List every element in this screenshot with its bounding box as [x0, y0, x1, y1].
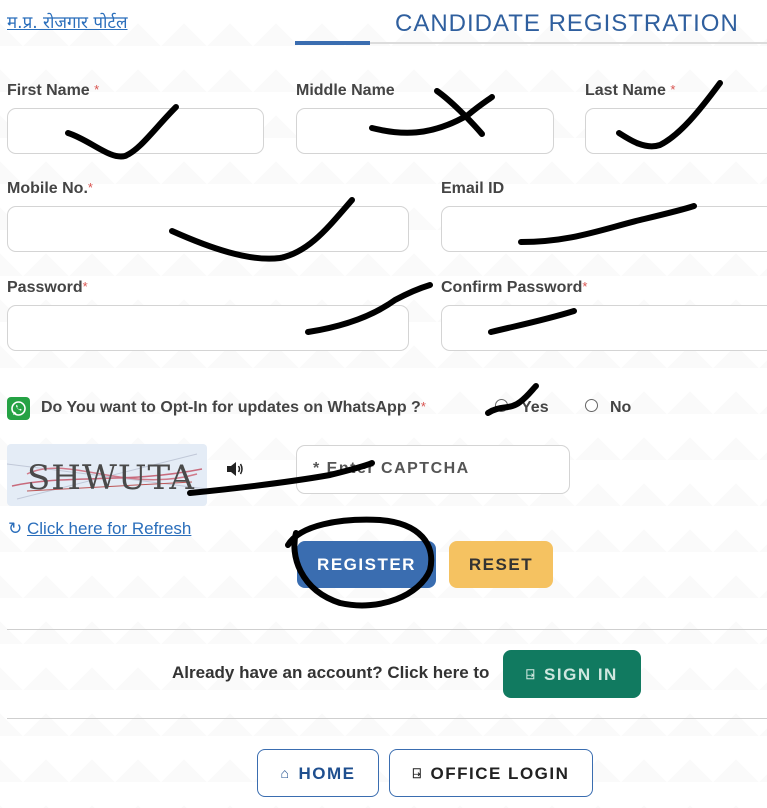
sign-in-label: SIGN IN	[544, 665, 618, 684]
office-login-button[interactable]: ⍈ OFFICE LOGIN	[389, 749, 593, 797]
captcha-input[interactable]: * Enter CAPTCHA	[296, 445, 570, 494]
reset-button[interactable]: RESET	[449, 541, 553, 588]
email-input[interactable]	[441, 206, 767, 252]
required-mark: *	[582, 279, 588, 294]
middle-name-label: Middle Name	[296, 82, 395, 99]
middle-name-input[interactable]	[296, 108, 554, 154]
sign-in-icon: ⍈	[526, 666, 537, 682]
first-name-input[interactable]	[7, 108, 264, 154]
page-title: CANDIDATE REGISTRATION	[395, 10, 739, 37]
divider	[7, 629, 767, 630]
title-accent-bar	[295, 41, 370, 45]
confirm-password-input[interactable]	[441, 305, 767, 351]
mobile-input[interactable]	[7, 206, 409, 252]
required-mark: *	[94, 82, 100, 97]
required-mark: *	[87, 180, 93, 195]
captcha-text: SHWUTA	[27, 458, 195, 498]
signin-prompt: Already have an account? Click here to	[172, 663, 490, 682]
home-label: HOME	[298, 764, 356, 783]
login-icon: ⍈	[412, 765, 423, 781]
whatsapp-no-radio[interactable]	[585, 399, 598, 412]
required-mark: *	[82, 279, 88, 294]
captcha-placeholder: * Enter CAPTCHA	[313, 460, 470, 477]
sign-in-button[interactable]: ⍈ SIGN IN	[503, 650, 641, 698]
portal-home-link[interactable]: म.प्र. रोजगार पोर्टल	[7, 10, 128, 33]
whatsapp-yes-radio[interactable]	[495, 399, 508, 412]
password-input[interactable]	[7, 305, 409, 351]
last-name-input[interactable]	[585, 108, 767, 154]
divider	[7, 718, 767, 719]
confirm-password-label: Confirm Password*	[441, 279, 588, 296]
whatsapp-yes-label: Yes	[521, 399, 549, 416]
first-name-label: First Name *	[7, 82, 100, 99]
refresh-icon: ↻	[8, 519, 23, 538]
audio-captcha-icon[interactable]	[226, 461, 244, 482]
last-name-label: Last Name *	[585, 82, 676, 99]
whatsapp-optin-question: Do You want to Opt-In for updates on Wha…	[41, 399, 426, 416]
home-icon: ⌂	[280, 765, 291, 781]
password-label: Password*	[7, 279, 88, 296]
register-button[interactable]: REGISTER	[297, 541, 436, 588]
captcha-image: SHWUTA	[7, 444, 207, 506]
mobile-label: Mobile No.*	[7, 180, 93, 197]
whatsapp-no-label: No	[610, 399, 632, 416]
email-label: Email ID	[441, 180, 505, 197]
required-mark: *	[670, 82, 676, 97]
required-mark: *	[420, 399, 426, 414]
whatsapp-icon	[7, 397, 30, 420]
office-login-label: OFFICE LOGIN	[430, 764, 570, 783]
refresh-captcha-link[interactable]: ↻ Click here for Refresh	[8, 519, 191, 539]
home-button[interactable]: ⌂ HOME	[257, 749, 379, 797]
refresh-captcha-label: Click here for Refresh	[26, 519, 192, 538]
